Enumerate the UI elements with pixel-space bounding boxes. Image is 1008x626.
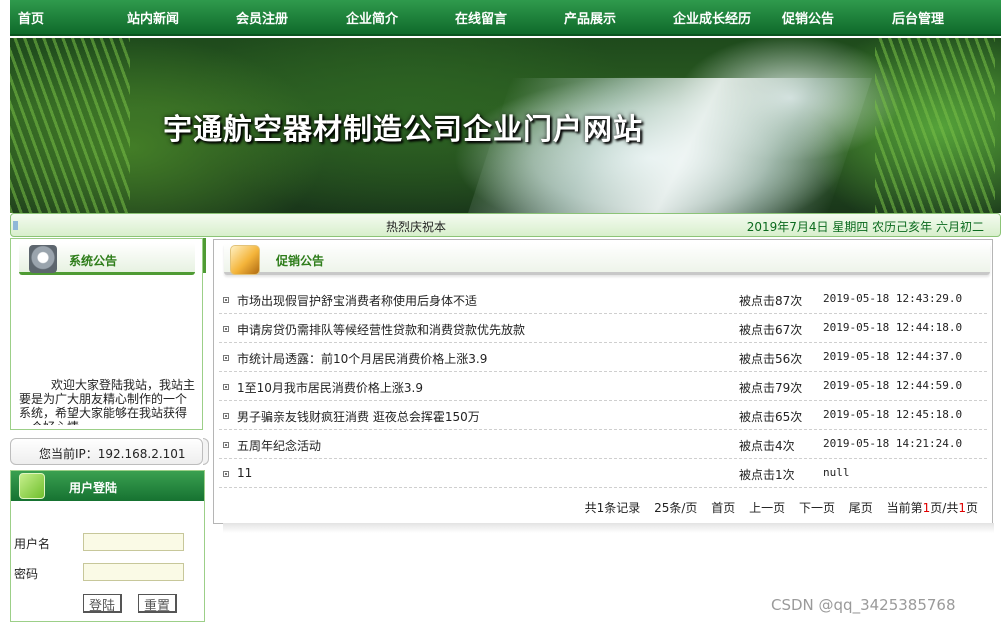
ticker-cap-icon [13, 221, 18, 230]
list-item-title[interactable]: 申请房贷仍需排队等候经营性贷款和消费贷款优先放款 [237, 321, 525, 338]
banner: 宇通航空器材制造公司企业门户网站 [10, 38, 1001, 213]
pager-current-mid: 页/共 [930, 501, 959, 515]
pager-current-prefix: 当前第 [886, 501, 923, 515]
nav-message[interactable]: 在线留言 [455, 8, 507, 27]
system-notice-text: 欢迎大家登陆我站，我站主要是为广大朋友精心制作的一个系统，希望大家能够在我站获得… [19, 378, 196, 425]
speaker-icon [29, 245, 57, 273]
promotions-panel: 促销公告 市场出现假冒护舒宝消费者称使用后身体不适 被点击87次 2019-05… [213, 239, 993, 524]
nav-products[interactable]: 产品展示 [564, 8, 616, 27]
ip-bar: 您当前IP：192.168.2.101 [10, 438, 203, 465]
list-item: 11 被点击1次 null [219, 459, 987, 488]
reset-button[interactable]: 重置 [138, 594, 178, 614]
login-header: 用户登陆 [11, 471, 204, 501]
list-item: 市场出现假冒护舒宝消费者称使用后身体不适 被点击87次 2019-05-18 1… [219, 285, 987, 314]
pager-current: 当前第1页/共1页 [887, 501, 978, 515]
ip-text: 您当前IP：192.168.2.101 [39, 447, 186, 461]
list-item: 市统计局透露：前10个月居民消费价格上涨3.9 被点击56次 2019-05-1… [219, 343, 987, 372]
password-label: 密码 [14, 567, 39, 581]
nav-register[interactable]: 会员注册 [236, 8, 288, 27]
list-item-time: 2019-05-18 12:45:18.0 [823, 408, 963, 421]
nav-about[interactable]: 企业简介 [346, 8, 398, 27]
list-item-title[interactable]: 1至10月我市居民消费价格上涨3.9 [237, 379, 423, 396]
column-divider [203, 238, 206, 273]
username-label: 用户名 [14, 537, 51, 551]
login-panel: 用户登陆 用户名 密码 登陆 重置 [10, 470, 205, 622]
list-item-clicks: 被点击65次 [739, 410, 803, 424]
list-item: 申请房贷仍需排队等候经营性贷款和消费贷款优先放款 被点击67次 2019-05-… [219, 314, 987, 343]
banner-foliage-left [10, 38, 130, 213]
login-title: 用户登陆 [69, 481, 118, 495]
user-icon [19, 473, 45, 499]
list-item-title[interactable]: 五周年纪念活动 [237, 437, 321, 454]
pager-last[interactable]: 尾页 [849, 501, 873, 515]
password-input[interactable] [83, 563, 184, 581]
nav-news[interactable]: 站内新闻 [127, 8, 179, 27]
nav-history[interactable]: 企业成长经历 [673, 8, 751, 27]
watermark: CSDN @qq_3425385768 [771, 596, 956, 614]
site-title: 宇通航空器材制造公司企业门户网站 [163, 112, 644, 146]
pager-next[interactable]: 下一页 [799, 501, 835, 515]
list-item-title[interactable]: 男子骗亲友钱财疯狂消费 逛夜总会挥霍150万 [237, 408, 480, 425]
promotions-header: 促销公告 [224, 243, 990, 275]
pager-prev[interactable]: 上一页 [749, 501, 785, 515]
list-item: 五周年纪念活动 被点击4次 2019-05-18 14:21:24.0 [219, 430, 987, 459]
nav-admin[interactable]: 后台管理 [892, 8, 944, 27]
bullet-icon [223, 297, 229, 303]
panel-shadow [223, 523, 994, 533]
ticker-text: 热烈庆祝本 [386, 220, 447, 234]
system-notice-panel: 系统公告 欢迎大家登陆我站，我站主要是为广大朋友精心制作的一个系统，希望大家能够… [10, 238, 203, 430]
list-item-time: 2019-05-18 12:44:59.0 [823, 379, 963, 392]
nav-home[interactable]: 首页 [18, 8, 44, 27]
list-item-clicks: 被点击79次 [739, 381, 803, 395]
list-item-time: 2019-05-18 12:44:18.0 [823, 321, 963, 334]
list-item-clicks: 被点击87次 [739, 294, 803, 308]
pager-total: 共1条记录 [584, 501, 641, 515]
list-item-time: 2019-05-18 14:21:24.0 [823, 437, 963, 450]
folder-icon [230, 245, 260, 275]
bullet-icon [223, 384, 229, 390]
bullet-icon [223, 326, 229, 332]
list-item-clicks: 被点击67次 [739, 323, 803, 337]
list-item: 男子骗亲友钱财疯狂消费 逛夜总会挥霍150万 被点击65次 2019-05-18… [219, 401, 987, 430]
login-button[interactable]: 登陆 [83, 594, 123, 614]
pager-total-pages: 1 [958, 501, 966, 515]
list-item-title[interactable]: 市场出现假冒护舒宝消费者称使用后身体不适 [237, 292, 477, 309]
nav-promotions[interactable]: 促销公告 [782, 8, 834, 27]
list-item-title[interactable]: 11 [237, 466, 252, 480]
list-item-time: 2019-05-18 12:43:29.0 [823, 292, 963, 305]
banner-foliage-right [875, 38, 995, 213]
top-nav: 首页 站内新闻 会员注册 企业简介 在线留言 产品展示 企业成长经历 促销公告 … [10, 0, 1001, 36]
list-item-clicks: 被点击1次 [739, 468, 795, 482]
pager-current-suffix: 页 [965, 501, 978, 515]
bullet-icon [223, 413, 229, 419]
list-item-time: 2019-05-18 12:44:37.0 [823, 350, 963, 363]
pager: 共1条记录 25条/页 首页 上一页 下一页 尾页 当前第1页/共1页 [575, 499, 978, 516]
username-input[interactable] [83, 533, 184, 551]
ticker-date: 2019年7月4日 星期四 农历己亥年 六月初二 [746, 220, 984, 234]
promotions-title: 促销公告 [276, 254, 325, 268]
list-item-clicks: 被点击4次 [739, 439, 795, 453]
bullet-icon [223, 442, 229, 448]
list-item-clicks: 被点击56次 [739, 352, 803, 366]
system-notice-title: 系统公告 [69, 254, 118, 268]
ticker-bar: 热烈庆祝本 2019年7月4日 星期四 农历己亥年 六月初二 [10, 213, 1001, 237]
bullet-icon [223, 471, 229, 477]
system-notice-header: 系统公告 [19, 243, 195, 275]
pager-first[interactable]: 首页 [711, 501, 735, 515]
list-item-time: null [823, 466, 850, 479]
pager-per-page: 25条/页 [654, 501, 698, 515]
list-item: 1至10月我市居民消费价格上涨3.9 被点击79次 2019-05-18 12:… [219, 372, 987, 401]
list-item-title[interactable]: 市统计局透露：前10个月居民消费价格上涨3.9 [237, 350, 487, 367]
ip-bar-tab [203, 438, 209, 465]
bullet-icon [223, 355, 229, 361]
